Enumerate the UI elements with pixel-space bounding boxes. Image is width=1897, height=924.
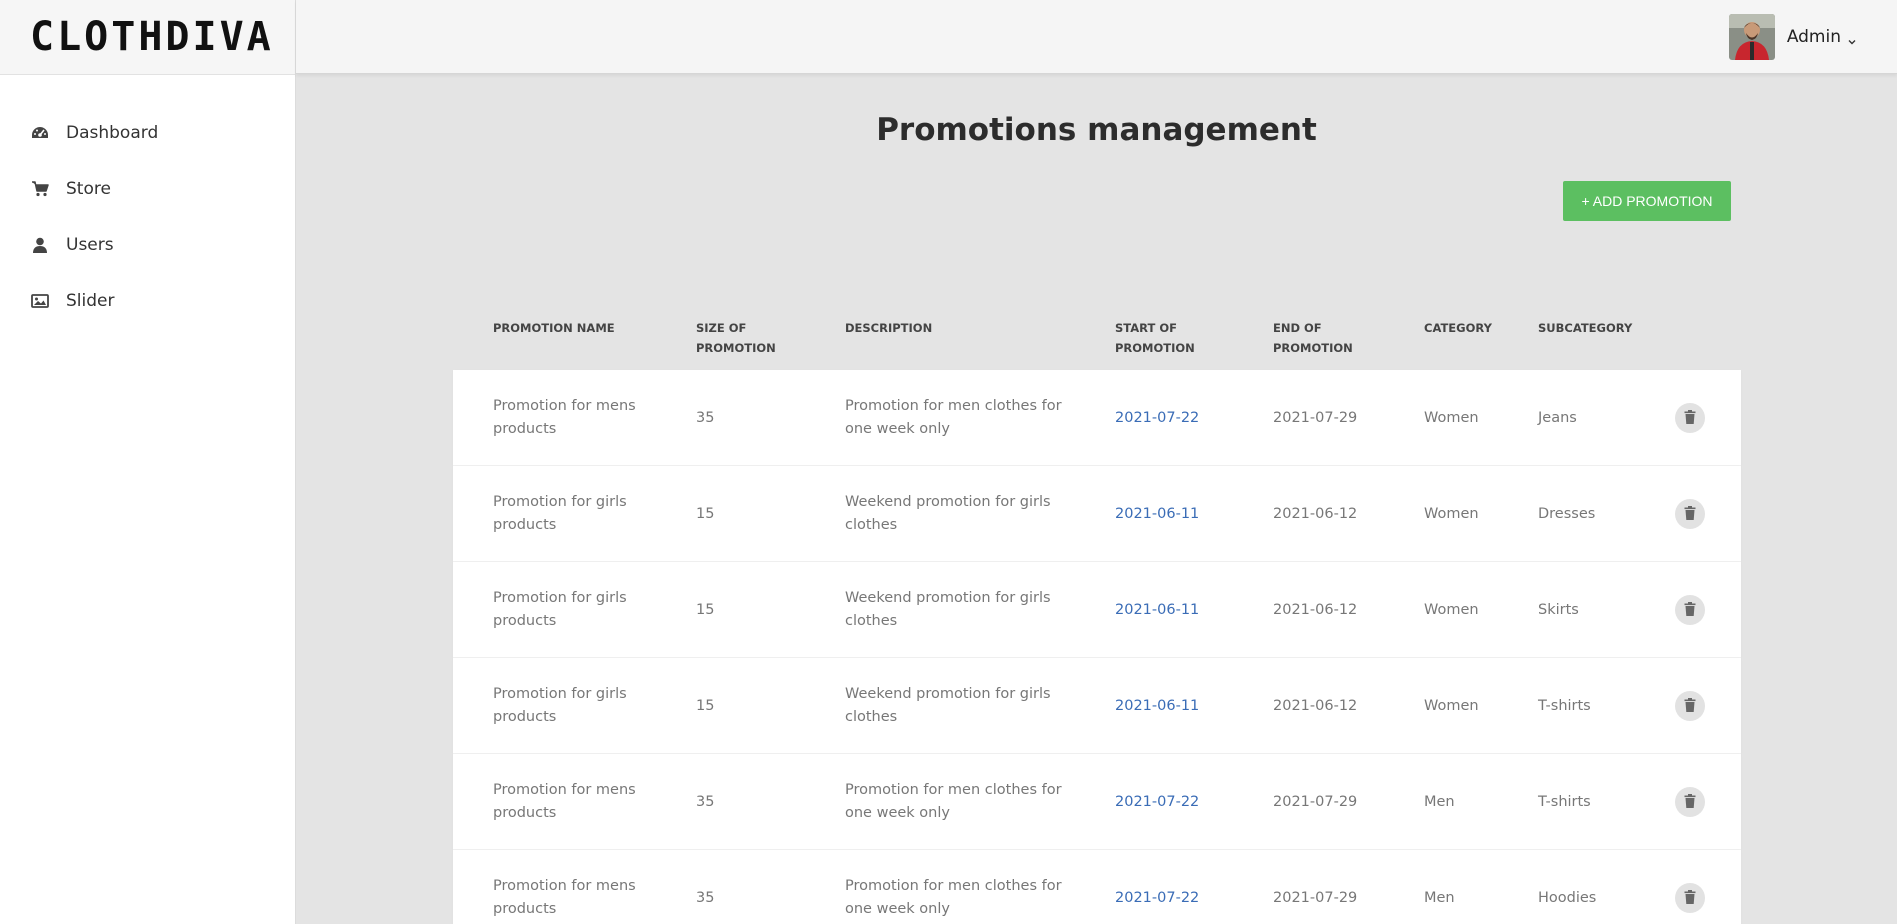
cell-end-date: 2021-06-12 [1273, 505, 1358, 522]
cell-promotion-name: Promotion for mens products [493, 878, 636, 917]
cell-subcategory: Dresses [1538, 505, 1596, 522]
cell-promotion-name: Promotion for mens products [493, 782, 636, 821]
brand-name: CLOTHDIVA [30, 14, 274, 60]
header-size: SIZE OF PROMOTION [696, 318, 776, 358]
header-end: END OF PROMOTION [1273, 318, 1353, 358]
cell-subcategory: T-shirts [1538, 793, 1591, 810]
cell-end-date: 2021-06-12 [1273, 601, 1358, 618]
promotions-table: PROMOTION NAME SIZE OF PROMOTION DESCRIP… [453, 300, 1741, 924]
cell-end-date: 2021-07-29 [1273, 889, 1358, 906]
cell-description: Weekend promotion for girls clothes [845, 686, 1051, 725]
cell-promotion-name: Promotion for girls products [493, 494, 627, 533]
sidebar-item-label: Slider [66, 291, 115, 311]
cell-size: 15 [696, 601, 715, 618]
cell-description: Promotion for men clothes for one week o… [845, 782, 1062, 821]
cell-description: Promotion for men clothes for one week o… [845, 878, 1062, 917]
cell-subcategory: Jeans [1538, 409, 1577, 426]
header-subcategory: SUBCATEGORY [1538, 321, 1633, 335]
delete-button[interactable] [1675, 691, 1705, 721]
table-header: PROMOTION NAME SIZE OF PROMOTION DESCRIP… [453, 300, 1741, 370]
sidebar-item-label: Users [66, 235, 114, 255]
trash-icon [1684, 697, 1696, 716]
user-name: Admin [1786, 27, 1841, 47]
sidebar: CLOTHDIVA Dashboard Store Users Slider [0, 0, 296, 924]
cell-category: Men [1424, 889, 1455, 906]
cell-end-date: 2021-06-12 [1273, 697, 1358, 714]
cell-category: Women [1424, 505, 1479, 522]
cart-icon [30, 179, 50, 199]
trash-icon [1684, 409, 1696, 428]
image-icon [30, 291, 50, 311]
cell-start-date-link[interactable]: 2021-06-11 [1115, 466, 1255, 562]
delete-button[interactable] [1675, 595, 1705, 625]
trash-icon [1684, 793, 1696, 812]
table-row: Promotion for girls products 15 Weekend … [453, 658, 1741, 754]
table-body: Promotion for mens products 35 Promotion… [453, 370, 1741, 924]
sidebar-item-users[interactable]: Users [0, 217, 295, 273]
cell-category: Women [1424, 697, 1479, 714]
table-row: Promotion for girls products 15 Weekend … [453, 466, 1741, 562]
delete-button[interactable] [1675, 883, 1705, 913]
user-menu[interactable]: Admin [1728, 14, 1857, 60]
cell-promotion-name: Promotion for girls products [493, 590, 627, 629]
header-size-line2: PROMOTION [696, 341, 776, 355]
cell-category: Women [1424, 601, 1479, 618]
cell-promotion-name: Promotion for girls products [493, 686, 627, 725]
cell-size: 15 [696, 505, 715, 522]
cell-subcategory: Hoodies [1538, 889, 1597, 906]
table-row: Promotion for mens products 35 Promotion… [453, 850, 1741, 924]
cell-category: Men [1424, 793, 1455, 810]
add-promotion-button[interactable]: + ADD PROMOTION [1563, 181, 1731, 221]
sidebar-nav: Dashboard Store Users Slider [0, 105, 295, 329]
cell-start-date-link[interactable]: 2021-07-22 [1115, 370, 1255, 466]
cell-start-date-link[interactable]: 2021-07-22 [1115, 754, 1255, 850]
cell-description: Weekend promotion for girls clothes [845, 590, 1051, 629]
delete-button[interactable] [1675, 787, 1705, 817]
chevron-down-icon [1847, 32, 1857, 45]
header-category: CATEGORY [1424, 321, 1492, 335]
sidebar-item-store[interactable]: Store [0, 161, 295, 217]
cell-end-date: 2021-07-29 [1273, 409, 1358, 426]
cell-size: 35 [696, 409, 715, 426]
page-title: Promotions management [876, 112, 1317, 148]
table-row: Promotion for mens products 35 Promotion… [453, 754, 1741, 850]
delete-button[interactable] [1675, 499, 1705, 529]
cell-promotion-name: Promotion for mens products [493, 398, 636, 437]
sidebar-item-label: Dashboard [66, 123, 159, 143]
sidebar-item-dashboard[interactable]: Dashboard [0, 105, 295, 161]
cell-description: Weekend promotion for girls clothes [845, 494, 1051, 533]
dashboard-icon [30, 123, 50, 143]
cell-size: 15 [696, 697, 715, 714]
cell-end-date: 2021-07-29 [1273, 793, 1358, 810]
cell-subcategory: Skirts [1538, 601, 1579, 618]
header-description: DESCRIPTION [845, 321, 933, 335]
cell-subcategory: T-shirts [1538, 697, 1591, 714]
sidebar-item-label: Store [66, 179, 111, 199]
header-start-line1: START OF [1115, 321, 1177, 335]
cell-category: Women [1424, 409, 1479, 426]
user-icon [30, 235, 50, 255]
table-row: Promotion for girls products 15 Weekend … [453, 562, 1741, 658]
delete-button[interactable] [1675, 403, 1705, 433]
cell-start-date-link[interactable]: 2021-06-11 [1115, 562, 1255, 658]
table-row: Promotion for mens products 35 Promotion… [453, 370, 1741, 466]
cell-start-date-link[interactable]: 2021-06-11 [1115, 658, 1255, 754]
topbar: Admin [296, 0, 1897, 74]
sidebar-item-slider[interactable]: Slider [0, 273, 295, 329]
header-end-line2: PROMOTION [1273, 341, 1353, 355]
cell-size: 35 [696, 889, 715, 906]
cell-size: 35 [696, 793, 715, 810]
trash-icon [1684, 505, 1696, 524]
trash-icon [1684, 889, 1696, 908]
header-promotion-name: PROMOTION NAME [493, 321, 615, 335]
cell-start-date-link[interactable]: 2021-07-22 [1115, 850, 1255, 924]
header-start: START OF PROMOTION [1115, 318, 1195, 358]
brand-logo[interactable]: CLOTHDIVA [0, 0, 295, 75]
cell-description: Promotion for men clothes for one week o… [845, 398, 1062, 437]
header-start-line2: PROMOTION [1115, 341, 1195, 355]
avatar[interactable] [1728, 14, 1775, 60]
trash-icon [1684, 601, 1696, 620]
header-size-line1: SIZE OF [696, 321, 747, 335]
header-end-line1: END OF [1273, 321, 1322, 335]
